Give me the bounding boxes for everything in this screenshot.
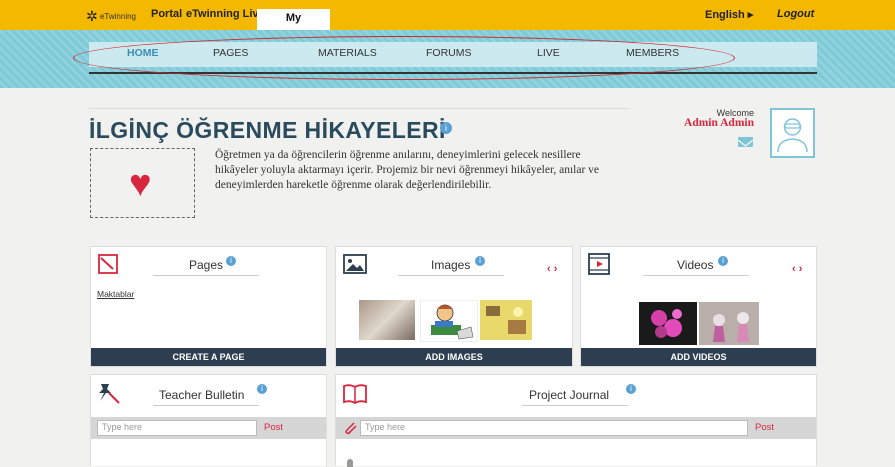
image-thumbnail-3[interactable] bbox=[480, 300, 532, 340]
videos-carousel-arrows[interactable]: ‹ › bbox=[792, 263, 802, 275]
pushpin-icon bbox=[99, 384, 120, 404]
project-journal-card: Project Journal i Type here Post bbox=[335, 374, 817, 467]
title-divider bbox=[89, 108, 629, 109]
bulletin-title: Teacher Bulletin bbox=[159, 388, 245, 402]
project-description: Öğretmen ya da öğrencilerin öğrenme anıl… bbox=[215, 149, 600, 191]
bulletin-title-underline bbox=[153, 405, 259, 406]
images-title: Images bbox=[431, 258, 471, 272]
paperclip-icon[interactable] bbox=[344, 421, 358, 435]
my-twinspaces-tab[interactable]: My TwinSpaces bbox=[257, 9, 330, 43]
create-page-button[interactable]: CREATE A PAGE bbox=[91, 348, 326, 366]
user-name[interactable]: Admin Admin bbox=[680, 117, 754, 129]
add-images-button[interactable]: ADD IMAGES bbox=[336, 348, 572, 366]
videos-icon bbox=[588, 253, 610, 275]
pages-title-underline bbox=[153, 275, 259, 276]
etwinning-logo-icon: ✲ bbox=[86, 8, 98, 24]
bulletin-info-icon[interactable]: i bbox=[257, 384, 267, 394]
journal-post-bar: Type here Post bbox=[336, 417, 816, 439]
avatar[interactable] bbox=[770, 108, 815, 158]
images-info-icon[interactable]: i bbox=[475, 256, 485, 266]
bulletin-post-bar: Type here Post bbox=[91, 417, 326, 439]
title-info-icon[interactable]: i bbox=[440, 122, 452, 134]
mail-icon[interactable] bbox=[737, 137, 754, 147]
etwinning-live-link[interactable]: eTwinning Live bbox=[186, 8, 265, 20]
add-videos-button[interactable]: ADD VIDEOS bbox=[581, 348, 816, 366]
logo-text: eTwinning bbox=[99, 12, 136, 21]
videos-title-underline bbox=[643, 275, 749, 276]
project-title: İLGİNÇ ÖĞRENME HİKAYELERİ bbox=[89, 117, 446, 143]
page-link-maktablar[interactable]: Maktablar bbox=[97, 289, 134, 299]
journal-info-icon[interactable]: i bbox=[626, 384, 636, 394]
top-bar: ✲ eTwinning Portal eTwinning Live My Twi… bbox=[0, 0, 895, 43]
teacher-bulletin-card: Teacher Bulletin i Type here Post bbox=[90, 374, 327, 466]
journal-title-underline bbox=[522, 405, 628, 406]
pages-info-icon[interactable]: i bbox=[226, 256, 236, 266]
images-carousel-arrows[interactable]: ‹ › bbox=[547, 263, 557, 275]
videos-title: Videos bbox=[677, 258, 714, 272]
videos-info-icon[interactable]: i bbox=[718, 256, 728, 266]
video-thumbnail-2[interactable] bbox=[699, 302, 759, 345]
image-thumbnail-1[interactable] bbox=[359, 300, 415, 340]
project-logo: ♥ bbox=[90, 148, 195, 218]
images-icon bbox=[343, 254, 367, 274]
pages-title: Pages bbox=[189, 258, 224, 272]
journal-title: Project Journal bbox=[529, 388, 610, 402]
portal-link[interactable]: Portal bbox=[151, 8, 182, 20]
book-icon bbox=[343, 384, 367, 404]
highlight-ellipse bbox=[73, 36, 735, 80]
images-card: Images i ‹ › ADD IMAGES bbox=[335, 246, 573, 367]
videos-card: Videos i ‹ › ADD VIDEOS bbox=[580, 246, 817, 367]
pages-icon bbox=[98, 254, 118, 274]
pages-card: Pages i Maktablar CREATE A PAGE bbox=[90, 246, 327, 367]
bulletin-post-button[interactable]: Post bbox=[264, 422, 283, 433]
image-thumbnail-2[interactable] bbox=[420, 300, 478, 342]
language-selector[interactable]: English ▸ bbox=[705, 8, 753, 21]
journal-input[interactable]: Type here bbox=[360, 420, 748, 436]
bulletin-input[interactable]: Type here bbox=[97, 420, 257, 436]
etwinning-logo[interactable]: ✲ eTwinning bbox=[86, 6, 136, 24]
heart-icon: ♥ bbox=[129, 163, 152, 205]
user-avatar-icon bbox=[777, 118, 808, 153]
logout-link[interactable]: Logout bbox=[777, 8, 814, 20]
journal-post-button[interactable]: Post bbox=[755, 422, 774, 433]
images-title-underline bbox=[398, 275, 504, 276]
video-thumbnail-1[interactable] bbox=[639, 302, 697, 345]
